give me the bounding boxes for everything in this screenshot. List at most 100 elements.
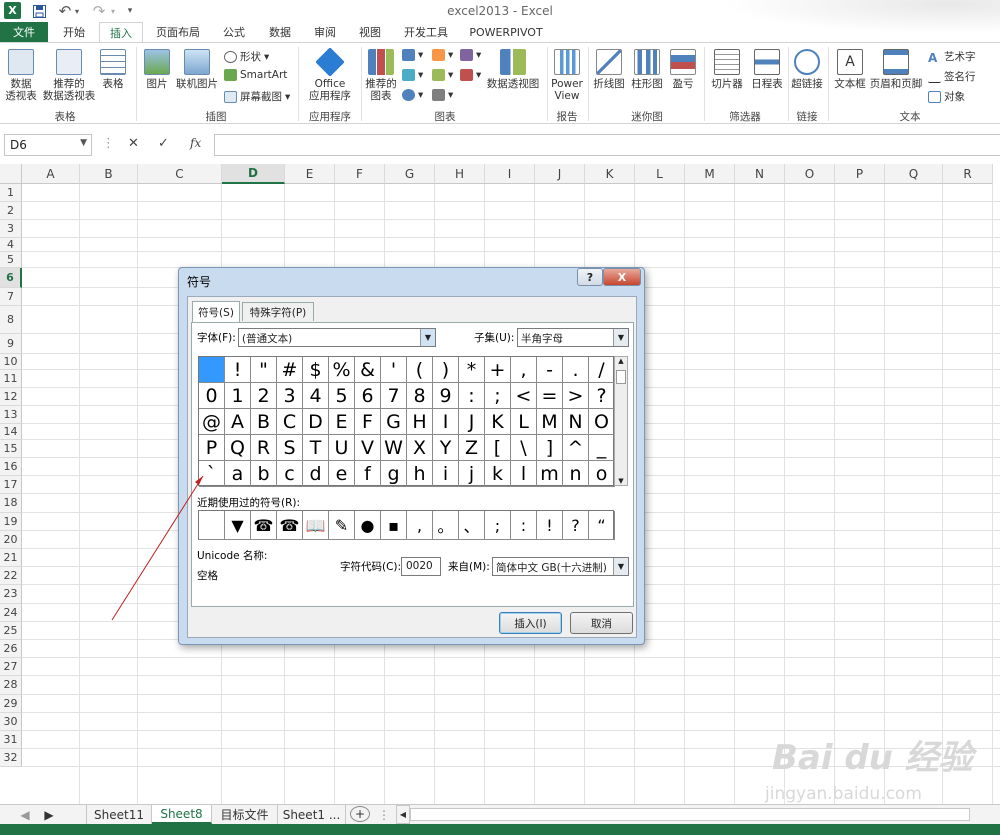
symbol-cell[interactable]: Q [225,435,251,461]
symbol-cell[interactable]: 6 [355,383,381,409]
symbol-cell[interactable]: b [251,461,277,487]
tab-home[interactable]: 开始 [52,22,96,42]
scroll-left-icon[interactable]: ◀ [14,805,36,824]
row-header-10[interactable]: 10 [0,354,22,370]
symbol-cell[interactable]: ^ [563,435,589,461]
symbol-cell[interactable]: N [563,409,589,435]
enter-icon[interactable]: ✓ [158,136,169,151]
recent-symbol-cell[interactable]: : [511,511,537,540]
subset-select[interactable]: 半角字母 ▼ [517,328,629,347]
symbol-cell[interactable]: f [355,461,381,487]
row-header-4[interactable]: 4 [0,238,22,252]
sparkline-winloss-button[interactable]: 盈亏 [666,49,700,90]
from-select[interactable]: 简体中文 GB(十六进制) ▼ [492,557,629,576]
recent-symbol-cell[interactable]: ✎ [329,511,355,540]
symbol-cell[interactable]: d [303,461,329,487]
header-footer-button[interactable]: 页眉和页脚 [868,49,924,90]
bar-chart-button[interactable]: ▾ [432,49,453,61]
symbol-cell[interactable]: E [329,409,355,435]
column-header-l[interactable]: L [635,164,685,184]
symbol-cell[interactable]: V [355,435,381,461]
close-button[interactable]: X [603,268,641,286]
scroll-thumb[interactable] [616,370,626,384]
timeline-button[interactable]: 日程表 [748,49,786,90]
symbol-cell[interactable]: B [251,409,277,435]
recent-symbol-cell[interactable]: “ [589,511,615,540]
sheet-tab-sheet8[interactable]: Sheet8 [152,805,212,824]
sparkline-column-button[interactable]: 柱形图 [630,49,664,90]
recent-symbol-cell[interactable] [199,511,225,540]
symbol-cell[interactable]: Z [459,435,485,461]
symbol-cell[interactable]: ! [225,357,251,383]
symbol-cell[interactable]: A [225,409,251,435]
symbol-cell[interactable]: K [485,409,511,435]
symbol-cell[interactable]: P [199,435,225,461]
row-header-27[interactable]: 27 [0,658,22,677]
other-chart-button[interactable]: ▾ [432,89,453,101]
symbol-cell[interactable]: ( [407,357,433,383]
pie-chart-button[interactable]: ▾ [402,89,423,101]
table-button[interactable]: 表格 [98,49,128,90]
row-header-3[interactable]: 3 [0,220,22,238]
symbol-cell[interactable]: , [511,357,537,383]
column-header-m[interactable]: M [685,164,735,184]
scroll-right-icon[interactable]: ▶ [38,805,60,824]
recent-symbol-cell[interactable]: ☎ [277,511,303,540]
symbol-cell[interactable]: l [511,461,537,487]
row-header-24[interactable]: 24 [0,603,22,622]
row-header-8[interactable]: 8 [0,306,22,334]
tab-formulas[interactable]: 公式 [212,22,256,42]
row-header-23[interactable]: 23 [0,585,22,604]
column-header-d[interactable]: D [222,164,285,184]
tab-symbols[interactable]: 符号(S) [192,301,240,322]
column-header-q[interactable]: Q [885,164,943,184]
column-header-g[interactable]: G [385,164,435,184]
tab-special-characters[interactable]: 特殊字符(P) [242,302,314,321]
symbol-cell[interactable]: c [277,461,303,487]
symbol-cell[interactable]: / [589,357,615,383]
recent-symbol-cell[interactable]: , [407,511,433,540]
symbol-cell[interactable]: I [433,409,459,435]
line-chart-button[interactable]: ▾ [402,69,423,81]
recent-symbol-cell[interactable]: ; [485,511,511,540]
row-header-18[interactable]: 18 [0,494,22,513]
recent-symbol-cell[interactable]: ? [563,511,589,540]
office-apps-button[interactable]: Office 应用程序 [302,47,358,102]
row-header-13[interactable]: 13 [0,406,22,424]
tab-powerpivot[interactable]: POWERPIVOT [464,22,548,42]
char-code-input[interactable]: 0020 [401,557,441,576]
symbol-cell[interactable]: * [459,357,485,383]
tab-insert[interactable]: 插入 [99,22,143,43]
symbol-cell[interactable]: o [589,461,615,487]
chevron-down-icon[interactable]: ▼ [613,558,628,575]
area-chart-button[interactable]: ▾ [432,69,453,81]
symbol-cell[interactable]: h [407,461,433,487]
tab-review[interactable]: 审阅 [303,22,347,42]
symbol-cell[interactable]: 2 [251,383,277,409]
signature-line-button[interactable]: 签名行 [928,69,976,84]
wordart-button[interactable]: A 艺术字 [928,49,976,65]
symbol-cell[interactable]: D [303,409,329,435]
symbol-cell[interactable]: \ [511,435,537,461]
tab-data[interactable]: 数据 [258,22,302,42]
row-header-21[interactable]: 21 [0,549,22,568]
symbol-cell[interactable]: ? [589,383,615,409]
tab-developer[interactable]: 开发工具 [396,22,456,42]
textbox-button[interactable]: A 文本框 [832,49,868,90]
help-button[interactable]: ? [577,268,603,286]
symbol-cell[interactable]: O [589,409,615,435]
row-header-11[interactable]: 11 [0,370,22,388]
cancel-icon[interactable]: ✕ [128,136,139,151]
row-header-16[interactable]: 16 [0,458,22,477]
symbol-cell[interactable]: J [459,409,485,435]
cancel-button[interactable]: 取消 [570,612,633,634]
symbol-cell[interactable]: . [563,357,589,383]
recent-symbol-cell[interactable]: ▼ [225,511,251,540]
smartart-button[interactable]: SmartArt [224,69,287,81]
chevron-down-icon[interactable]: ▼ [420,329,435,346]
symbol-cell[interactable]: - [537,357,563,383]
column-header-j[interactable]: J [535,164,585,184]
recommended-charts-button[interactable]: 推荐的 图表 [364,49,398,102]
symbol-cell[interactable]: ] [537,435,563,461]
chevron-down-icon[interactable]: ▼ [80,138,87,148]
